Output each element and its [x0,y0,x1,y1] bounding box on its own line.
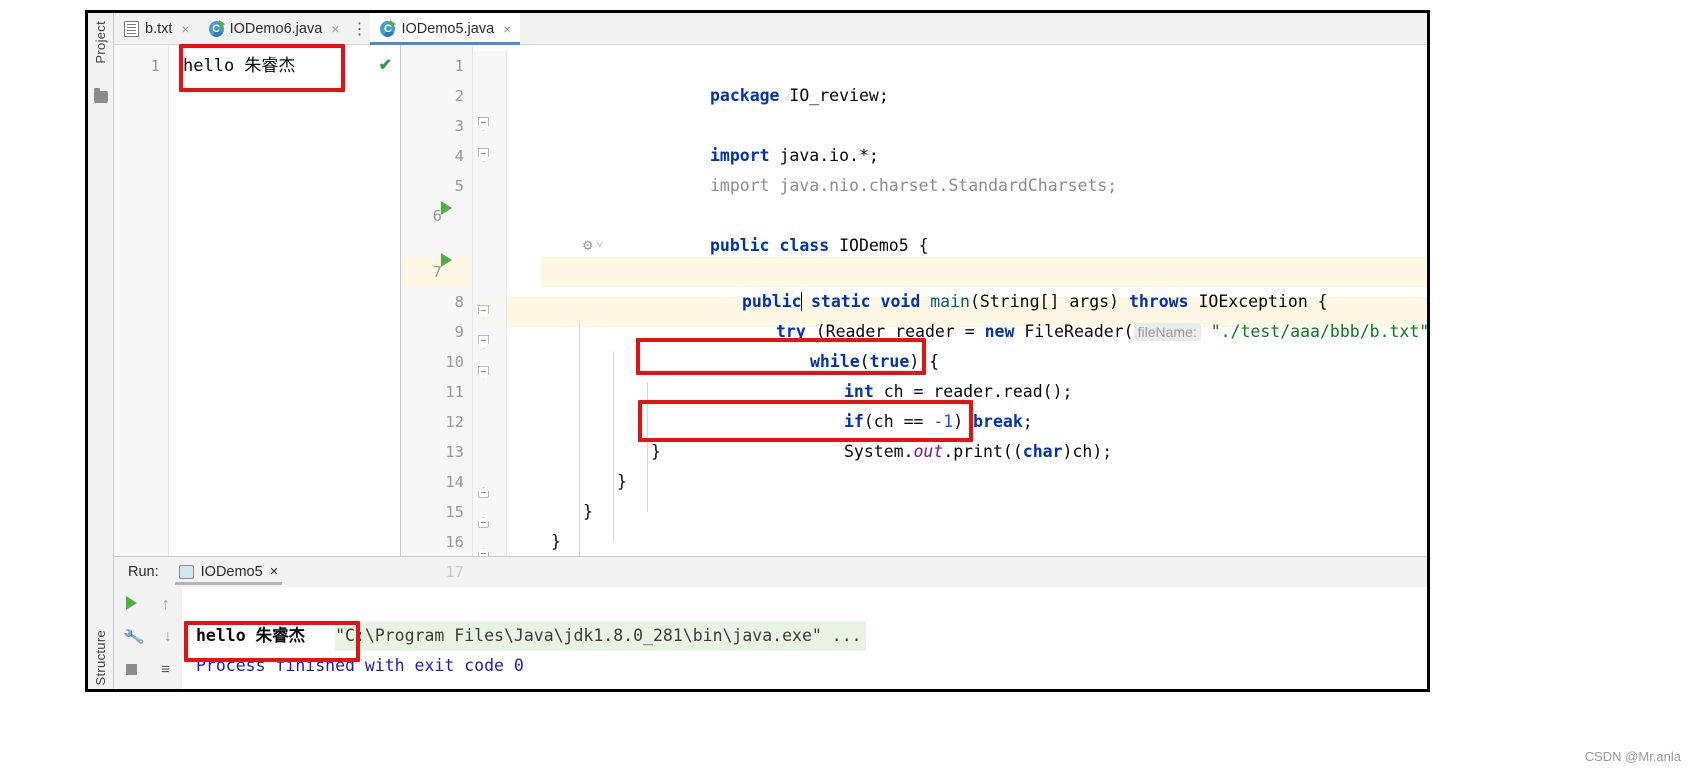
code-line: } [651,442,661,461]
text-file-icon [124,20,139,37]
chevron-down-icon[interactable]: ˅ [597,238,603,251]
run-tab-iodemo5[interactable]: IODemo5 × [169,557,283,587]
tab-overflow-icon[interactable]: ⋮ [348,13,370,44]
editor-tab-bar: b.txt × IODemo6.java × ⋮ IODemo5.java × [114,13,1427,45]
line-number: 12 [445,413,464,431]
code-line: package IO_review; [541,51,1427,105]
line-number: 17 [445,563,464,581]
line-number: 2 [454,87,464,105]
run-tool-window: Run: IODemo5 × ↑ 🔧 ↓ ≡ "C:\Program Files… [114,556,1427,689]
code-line: } [551,532,561,551]
left-editor-gutter: 1 [114,45,169,556]
code-line: } [617,472,627,491]
left-tool-strip: Project Structure [88,13,114,689]
line-number: 1 [454,57,464,75]
java-class-icon [380,19,397,37]
line-number: 3 [454,117,464,135]
console-line: "C:\Program Files\Java\jdk1.8.0_281\bin\… [196,591,1427,651]
code-line: public static void main(String[] args) t… [541,257,1427,311]
run-config-gear-icon[interactable]: ⚙ [583,235,593,254]
watermark: CSDN @Mr.anla [1584,749,1681,764]
right-editor-code[interactable]: package IO_review; import java.io.*; imp… [473,45,1427,556]
line-number: 14 [445,473,464,491]
run-configuration-inlay[interactable]: ⚙ ˅ [541,231,1427,257]
code-line: import java.nio.charset.StandardCharsets… [541,141,1427,195]
ide-window: Project Structure b.txt × IODemo6.java ×… [85,10,1430,692]
check-mark-icon: ✔ [378,57,392,74]
right-editor-gutter: 1 2 3 4 5 6 7 8 9 10 11 12 13 14 15 16 1… [401,45,473,581]
code-line: import java.io.*; [541,111,1427,165]
code-line: try (Reader reader = new FileReader(file… [541,287,1427,341]
line-number: 6 [432,207,442,225]
console-output[interactable]: "C:\Program Files\Java\jdk1.8.0_281\bin\… [182,587,1427,689]
ide-main-column: b.txt × IODemo6.java × ⋮ IODemo5.java × [114,13,1427,689]
stop-square-icon[interactable] [126,663,138,675]
line-number: 4 [454,147,464,165]
close-icon[interactable]: × [270,564,278,580]
soft-wrap-icon[interactable]: ≡ [161,661,170,678]
line-number: 1 [150,57,160,75]
close-icon[interactable]: × [503,22,511,36]
close-icon[interactable]: × [181,22,189,36]
run-header: Run: IODemo5 × [114,557,1427,587]
run-play-icon[interactable] [126,595,138,615]
code-line: int ch = reader.read(); [541,347,1427,401]
editor-iodemo5-java[interactable]: 1 2 3 4 5 6 7 8 9 10 11 12 13 14 15 16 1… [401,45,1427,581]
screenshot-root: Project Structure b.txt × IODemo6.java ×… [0,0,1689,770]
left-editor-code[interactable]: hello 朱睿杰 [169,45,400,556]
code-line: } [583,502,593,521]
tab-label: IODemo6.java [229,20,323,37]
line-number: 10 [445,353,464,371]
console-icon [178,565,194,579]
run-title: Run: [128,564,159,580]
line-number: 5 [454,177,464,195]
sidebar-item-structure[interactable]: Structure [93,630,108,685]
editor-split: 1 hello 朱睿杰 ✔ 1 2 3 4 5 6 7 8 9 10 11 12… [114,45,1427,581]
run-toolbar: ↑ 🔧 ↓ ≡ [114,587,182,689]
scroll-up-icon[interactable]: ↑ [162,596,170,614]
code-line: System.out.print((char)ch); [541,407,1427,461]
code-line: hello 朱睿杰 [183,56,296,76]
tab-iodemo6-java[interactable]: IODemo6.java × [198,13,349,44]
editor-b-txt[interactable]: 1 hello 朱睿杰 ✔ [114,45,401,556]
wrench-icon[interactable]: 🔧 [122,625,146,649]
close-icon[interactable]: × [331,22,339,36]
folder-icon [94,88,108,103]
line-number: 16 [445,533,464,551]
line-number: 9 [454,323,464,341]
line-number: 8 [454,293,464,311]
line-number: 11 [445,383,464,401]
tab-label: IODemo5.java [401,20,495,37]
sidebar-item-project[interactable]: Project [93,21,108,64]
console-command: "C:\Program Files\Java\jdk1.8.0_281\bin\… [335,621,866,651]
line-number: 13 [445,443,464,461]
java-class-icon [208,19,225,37]
console-line: Process finished with exit code 0 [196,656,524,675]
code-line: public class IODemo5 { [541,201,1427,255]
run-class-icon[interactable] [441,201,452,215]
run-method-icon[interactable] [441,253,452,267]
tab-iodemo5-java[interactable]: IODemo5.java × [370,13,521,45]
run-body: ↑ 🔧 ↓ ≡ "C:\Program Files\Java\jdk1.8.0_… [114,587,1427,689]
line-number: 7 [401,257,472,287]
code-line: if(ch == -1) break; [541,377,1427,431]
tab-b-txt[interactable]: b.txt × [114,13,199,44]
run-tab-label: IODemo5 [200,564,263,580]
line-number: 15 [445,503,464,521]
scroll-down-icon[interactable]: ↓ [164,628,172,646]
tab-label: b.txt [145,20,173,37]
code-line: while(true) { [541,317,1427,371]
